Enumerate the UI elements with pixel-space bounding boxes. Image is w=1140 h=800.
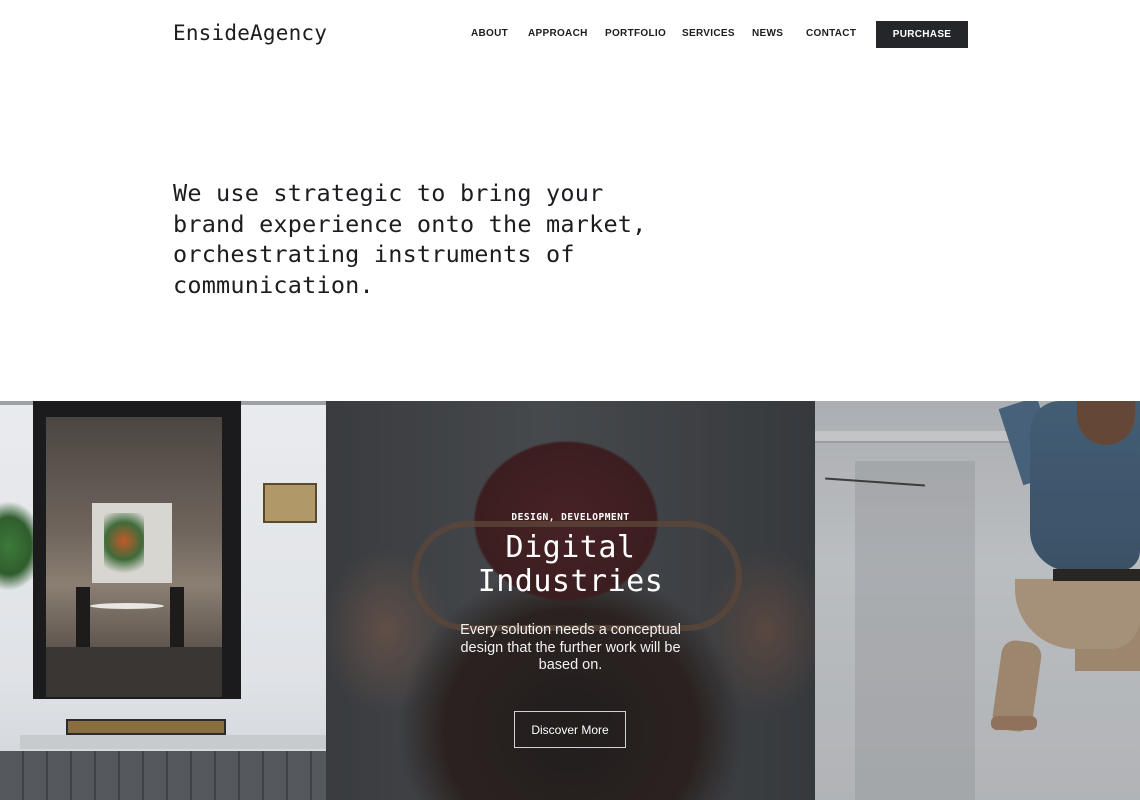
portfolio-gallery: DESIGN, DEVELOPMENT Digital Industries E… <box>0 401 1140 800</box>
nav-item-services[interactable]: SERVICES <box>682 28 735 39</box>
card-category[interactable]: DESIGN, DEVELOPMENT <box>326 512 815 523</box>
portfolio-card-featured[interactable]: DESIGN, DEVELOPMENT Digital Industries E… <box>326 401 815 800</box>
main-nav: ABOUT APPROACH PORTFOLIO SERVICES NEWS C… <box>0 28 1140 42</box>
portfolio-image-doorway[interactable] <box>0 401 326 800</box>
nav-item-portfolio[interactable]: PORTFOLIO <box>605 28 666 39</box>
intro-line: communication. <box>173 270 374 299</box>
card-title[interactable]: Digital Industries <box>326 531 815 599</box>
nav-item-approach[interactable]: APPROACH <box>528 28 588 39</box>
intro-statement: We use strategic to bring your brand exp… <box>173 178 693 300</box>
card-title-line: Digital <box>505 530 636 565</box>
nav-item-news[interactable]: NEWS <box>752 28 783 39</box>
purchase-button[interactable]: PURCHASE <box>876 21 968 48</box>
intro-line: We use strategic to bring your <box>173 179 604 207</box>
intro-line: orchestrating instruments of <box>173 240 575 268</box>
interior-room <box>46 417 222 697</box>
brick-floor <box>0 751 326 800</box>
card-title-line: Industries <box>477 564 664 599</box>
portfolio-image-jumping[interactable] <box>815 401 1140 800</box>
card-content: DESIGN, DEVELOPMENT Digital Industries E… <box>326 401 815 800</box>
nav-item-contact[interactable]: CONTACT <box>806 28 856 39</box>
card-description: Every solution needs a conceptual design… <box>460 622 681 673</box>
intro-line: brand experience onto the market, <box>173 209 647 238</box>
door-mat <box>66 719 226 735</box>
discover-more-button[interactable]: Discover More <box>514 711 626 748</box>
nav-item-about[interactable]: ABOUT <box>471 28 508 39</box>
site-header: EnsideAgency ABOUT APPROACH PORTFOLIO SE… <box>0 0 1140 70</box>
wall-plaque <box>263 483 317 523</box>
